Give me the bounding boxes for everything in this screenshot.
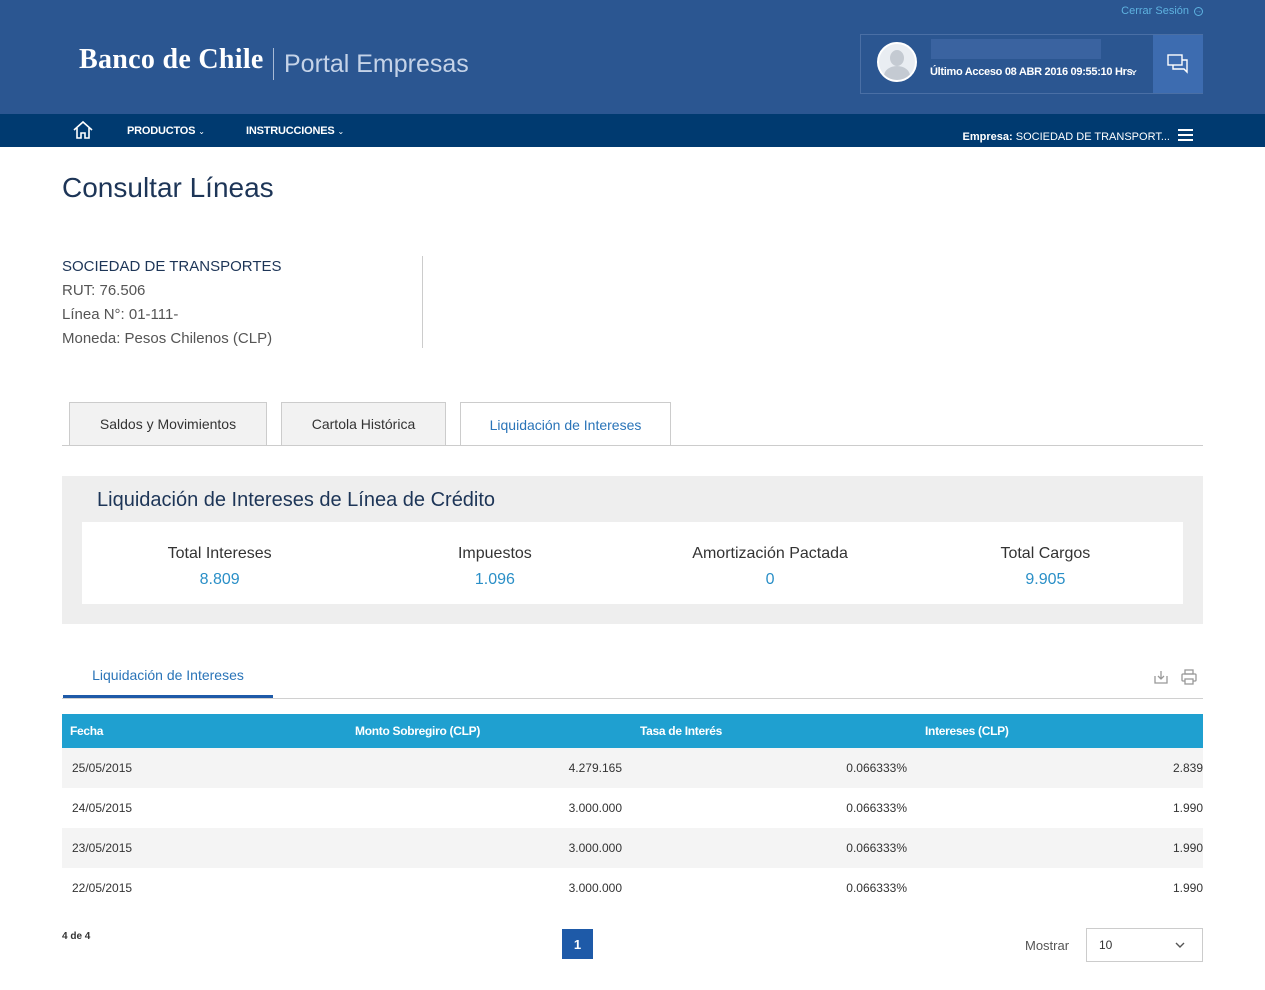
cell-tasa: 0.066333% <box>846 881 907 895</box>
page-title: Consultar Líneas <box>62 172 274 203</box>
summary-label: Impuestos <box>457 545 532 562</box>
col-fecha[interactable]: Fecha <box>62 724 352 738</box>
summary-amortizacion: Amortización Pactada 0 <box>633 522 908 604</box>
summary-impuestos: Impuestos 1.096 <box>357 522 632 604</box>
user-avatar-icon <box>877 42 917 82</box>
cell-fecha: 24/05/2015 <box>72 801 133 815</box>
chevron-down-icon: ⌄ <box>337 127 344 136</box>
interest-table: Fecha Monto Sobregiro (CLP) Tasa de Inte… <box>62 714 1203 908</box>
record-count: 4 de 4 <box>62 931 91 942</box>
summary-value: 0 <box>765 571 775 588</box>
user-name-redacted <box>931 39 1101 59</box>
company-selector[interactable]: Empresa: SOCIEDAD DE TRANSPORT... <box>963 131 1170 143</box>
chat-button[interactable] <box>1153 35 1203 93</box>
show-label: Mostrar <box>1025 938 1070 953</box>
account-rut: RUT: 76.506 <box>62 282 146 299</box>
summary-value: 1.096 <box>474 571 515 588</box>
page-size-value: 10 <box>1099 938 1113 952</box>
portal-title: Portal Empresas <box>284 50 469 78</box>
info-divider <box>422 256 423 348</box>
summary-total-cargos: Total Cargos 9.905 <box>908 522 1183 604</box>
tabs-divider <box>62 445 1203 446</box>
subtab-liquidacion[interactable]: Liquidación de Intereses <box>63 660 273 698</box>
cell-intereses: 1.990 <box>1172 881 1203 895</box>
company-label: Empresa: <box>962 131 1013 143</box>
account-company: SOCIEDAD DE TRANSPORTES <box>62 258 282 275</box>
summary-label: Total Cargos <box>1000 545 1091 562</box>
bank-logo[interactable]: Banco de Chile <box>79 44 264 76</box>
summary-value: 9.905 <box>1025 571 1066 588</box>
cell-monto: 3.000.000 <box>568 801 622 815</box>
main-nav: PRODUCTOS ⌄ INSTRUCCIONES ⌄ Empresa: SOCIE… <box>0 114 1265 147</box>
print-icon[interactable] <box>1180 668 1198 686</box>
tab-liquidacion-intereses[interactable]: Liquidación de Intereses <box>460 402 671 446</box>
table-row: 22/05/2015 3.000.000 0.066333% 1.990 <box>62 868 1203 908</box>
summary-values: Total Intereses 8.809 Impuestos 1.096 Am… <box>82 522 1183 604</box>
cell-tasa: 0.066333% <box>846 761 907 775</box>
hamburger-menu-icon[interactable] <box>1178 129 1193 141</box>
nav-productos-label: PRODUCTOS <box>127 125 196 137</box>
summary-title: Liquidación de Intereses de Línea de Cré… <box>97 489 496 511</box>
last-access-text: Último Acceso 08 ABR 2016 09:55:10 Hrs. <box>930 66 1136 78</box>
cell-monto: 3.000.000 <box>568 841 622 855</box>
summary-panel: Liquidación de Intereses de Línea de Cré… <box>62 476 1203 624</box>
cell-intereses: 1.990 <box>1172 841 1203 855</box>
table-header: Fecha Monto Sobregiro (CLP) Tasa de Inte… <box>62 714 1203 748</box>
cell-tasa: 0.066333% <box>846 841 907 855</box>
page-button-1[interactable]: 1 <box>562 929 593 959</box>
cell-fecha: 23/05/2015 <box>72 841 133 855</box>
tab-saldos-movimientos[interactable]: Saldos y Movimientos <box>69 402 267 445</box>
cell-monto: 4.279.165 <box>568 761 622 775</box>
cell-intereses: 2.839 <box>1172 761 1203 775</box>
cell-intereses: 1.990 <box>1172 801 1203 815</box>
account-currency: Moneda: Pesos Chilenos (CLP) <box>62 330 273 347</box>
table-row: 24/05/2015 3.000.000 0.066333% 1.990 <box>62 788 1203 828</box>
cell-tasa: 0.066333% <box>846 801 907 815</box>
summary-label: Total Intereses <box>167 545 272 562</box>
cell-fecha: 22/05/2015 <box>72 881 133 895</box>
page-size-select[interactable]: 10 <box>1086 928 1203 962</box>
chevron-down-icon <box>1175 942 1185 948</box>
top-header: Cerrar Sesión → Banco de Chile Portal Em… <box>0 0 1265 114</box>
nav-instrucciones[interactable]: INSTRUCCIONES ⌄ <box>246 125 344 137</box>
summary-total-intereses: Total Intereses 8.809 <box>82 522 357 604</box>
nav-productos[interactable]: PRODUCTOS ⌄ <box>127 125 205 137</box>
nav-instrucciones-label: INSTRUCCIONES <box>246 125 335 137</box>
logout-icon: → <box>1194 6 1203 16</box>
logout-link[interactable]: Cerrar Sesión → <box>1121 5 1203 17</box>
cell-monto: 3.000.000 <box>568 881 622 895</box>
chat-icon <box>1167 54 1188 74</box>
home-icon[interactable] <box>72 120 94 140</box>
logout-label: Cerrar Sesión <box>1121 5 1189 17</box>
tab-cartola-historica[interactable]: Cartola Histórica <box>281 402 446 445</box>
col-monto[interactable]: Monto Sobregiro (CLP) <box>352 724 622 738</box>
logo-divider <box>273 48 274 80</box>
cell-fecha: 25/05/2015 <box>72 761 133 775</box>
subtab-divider <box>62 698 1203 699</box>
col-tasa[interactable]: Tasa de Interés <box>622 724 907 738</box>
summary-label: Amortización Pactada <box>692 545 848 562</box>
table-row: 23/05/2015 3.000.000 0.066333% 1.990 <box>62 828 1203 868</box>
summary-value: 8.809 <box>199 571 240 588</box>
col-intereses[interactable]: Intereses (CLP) <box>907 724 1203 738</box>
account-info: SOCIEDAD DE TRANSPORTES RUT: 76.506 Líne… <box>62 258 282 354</box>
chevron-down-icon[interactable]: ⌄ <box>1129 62 1139 76</box>
company-value: SOCIEDAD DE TRANSPORT... <box>1015 131 1170 143</box>
chevron-down-icon: ⌄ <box>198 127 205 136</box>
account-line-number: Línea N°: 01-111- <box>62 306 179 323</box>
download-icon[interactable] <box>1152 668 1170 686</box>
table-row: 25/05/2015 4.279.165 0.066333% 2.839 <box>62 748 1203 788</box>
user-panel[interactable]: Último Acceso 08 ABR 2016 09:55:10 Hrs. … <box>860 34 1203 94</box>
